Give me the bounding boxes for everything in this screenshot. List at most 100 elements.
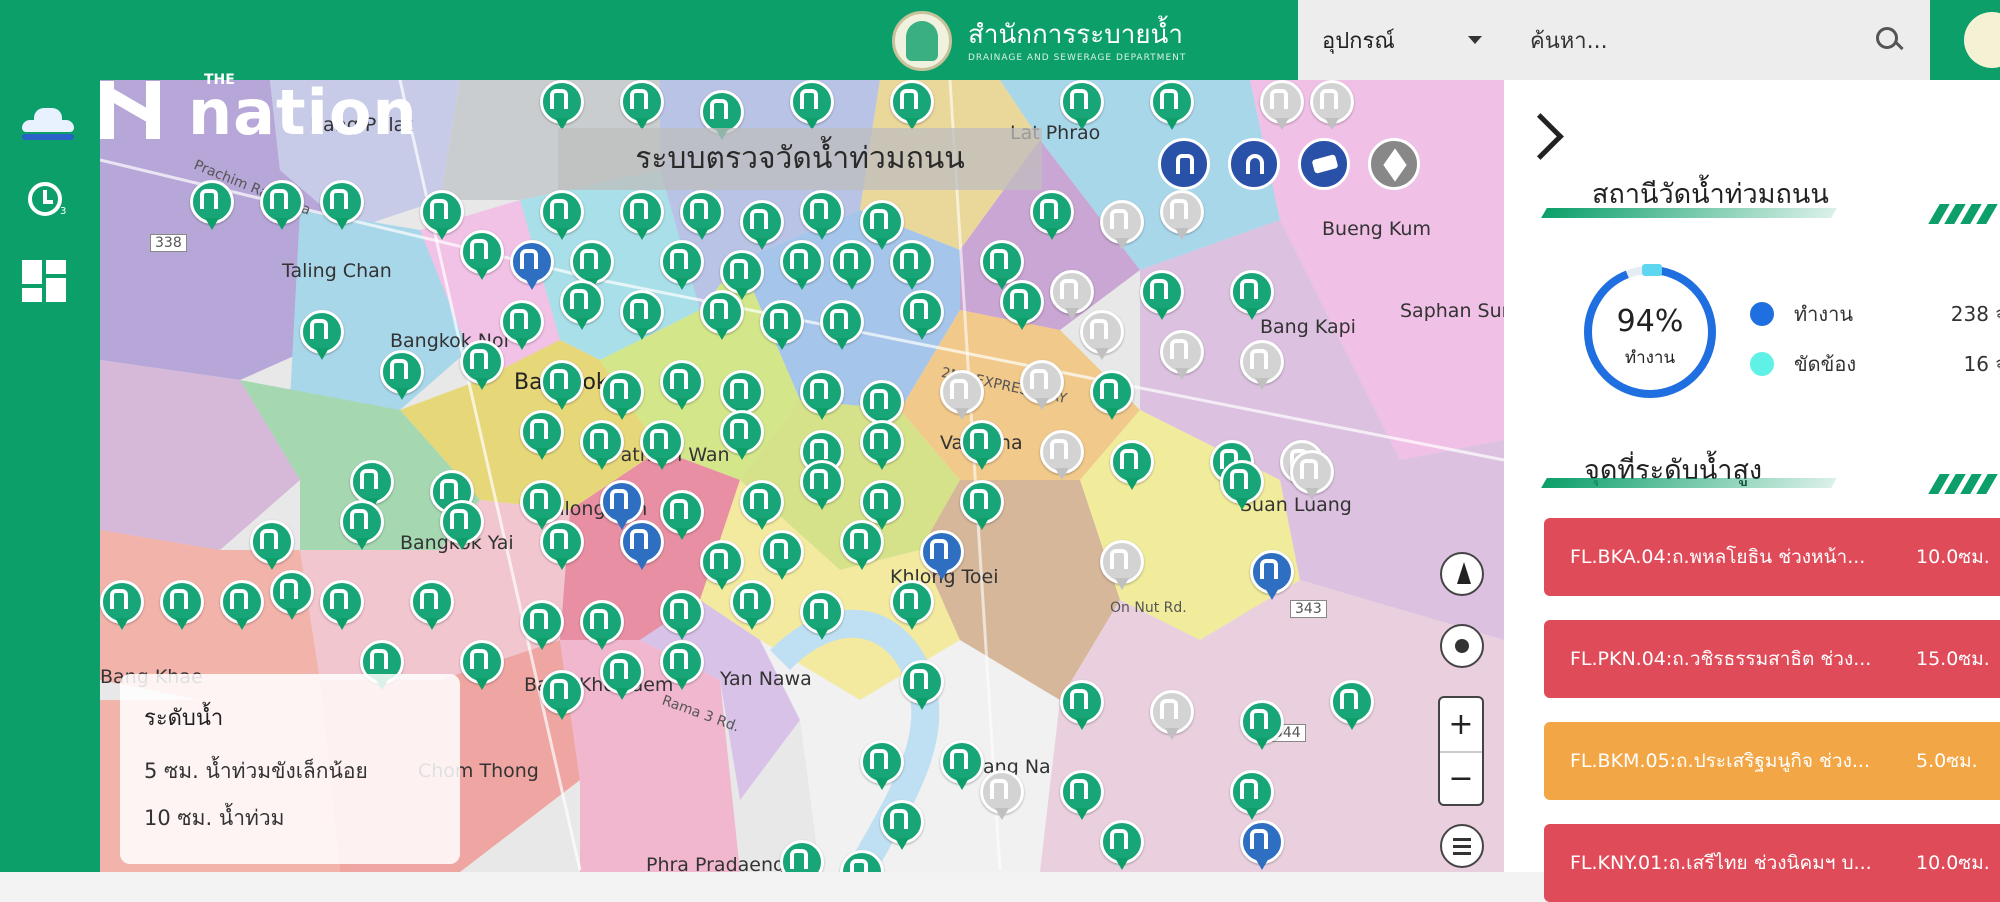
zoom-in-button[interactable]: +: [1440, 698, 1482, 751]
flood-sensor-pin-icon[interactable]: [320, 580, 364, 632]
flood-sensor-pin-icon[interactable]: [800, 370, 844, 422]
chevron-right-icon[interactable]: [1524, 108, 1556, 164]
flood-sensor-pin-icon[interactable]: [520, 410, 564, 462]
flood-sensor-pin-icon[interactable]: [1060, 80, 1104, 132]
flood-sensor-pin-icon[interactable]: [580, 600, 624, 652]
flood-map[interactable]: Bang Phlat Lat Phrao Taling Chan Bangkok…: [100, 80, 1504, 872]
flood-sensor-pin-icon[interactable]: [800, 590, 844, 642]
flood-sensor-pin-icon[interactable]: [540, 520, 584, 572]
flood-sensor-pin-icon[interactable]: [660, 640, 704, 692]
flood-sensor-pin-icon[interactable]: [900, 660, 944, 712]
flood-sensor-pin-icon[interactable]: [460, 340, 504, 392]
flood-sensor-pin-icon[interactable]: [1230, 270, 1274, 322]
flood-sensor-pin-icon[interactable]: [320, 180, 364, 232]
flood-sensor-pin-icon[interactable]: [1040, 430, 1084, 482]
flood-sensor-pin-icon[interactable]: [890, 240, 934, 292]
flood-sensor-pin-icon[interactable]: [1290, 450, 1334, 502]
flood-sensor-pin-icon[interactable]: [620, 80, 664, 132]
flood-sensor-pin-icon[interactable]: [1310, 80, 1354, 132]
flood-sensor-pin-icon[interactable]: [1150, 80, 1194, 132]
flood-sensor-pin-icon[interactable]: [620, 520, 664, 572]
flood-sensor-pin-icon[interactable]: [1100, 540, 1144, 592]
flood-sensor-pin-icon[interactable]: [740, 480, 784, 532]
flood-sensor-pin-icon[interactable]: [1000, 280, 1044, 332]
locate-me-icon[interactable]: [1440, 624, 1484, 668]
flood-sensor-pin-icon[interactable]: [1060, 770, 1104, 822]
dashboard-icon[interactable]: [22, 260, 72, 304]
flood-sensor-pin-icon[interactable]: [460, 640, 504, 692]
flood-sensor-pin-icon[interactable]: [1110, 440, 1154, 492]
user-avatar[interactable]: [1964, 12, 2000, 68]
flood-sensor-pin-icon[interactable]: [1090, 370, 1134, 422]
flood-sensor-pin-icon[interactable]: [700, 290, 744, 342]
flood-sensor-pin-icon[interactable]: [1250, 550, 1294, 602]
list-icon[interactable]: [1440, 824, 1484, 868]
flood-sensor-pin-icon[interactable]: [1080, 310, 1124, 362]
flood-sensor-pin-icon[interactable]: [940, 370, 984, 422]
flood-sensor-pin-icon[interactable]: [420, 190, 464, 242]
flood-sensor-pin-icon[interactable]: [960, 420, 1004, 472]
flood-sensor-pin-icon[interactable]: [1240, 700, 1284, 752]
flood-sensor-pin-icon[interactable]: [220, 580, 264, 632]
flood-sensor-pin-icon[interactable]: [780, 240, 824, 292]
flood-sensor-pin-icon[interactable]: [720, 410, 764, 462]
flood-sensor-pin-icon[interactable]: [820, 300, 864, 352]
flood-sensor-pin-icon[interactable]: [660, 240, 704, 292]
flood-sensor-pin-icon[interactable]: [100, 580, 144, 632]
tunnel-layer-button[interactable]: [1228, 138, 1280, 190]
flood-sensor-pin-icon[interactable]: [600, 370, 644, 422]
alert-card[interactable]: FL.PKN.04:ถ.วชิรธรรมสาธิต ช่วง... 15.0ซม…: [1544, 620, 2000, 698]
flood-sensor-pin-icon[interactable]: [520, 600, 564, 652]
flood-sensor-pin-icon[interactable]: [1020, 360, 1064, 412]
flood-sensor-pin-icon[interactable]: [890, 580, 934, 632]
flood-sensor-pin-icon[interactable]: [540, 190, 584, 242]
compass-icon[interactable]: [1440, 552, 1484, 596]
flood-sensor-pin-icon[interactable]: [860, 420, 904, 472]
flood-sensor-pin-icon[interactable]: [980, 770, 1024, 822]
flood-sensor-pin-icon[interactable]: [410, 580, 454, 632]
flood-sensor-pin-icon[interactable]: [760, 530, 804, 582]
flood-sensor-pin-icon[interactable]: [620, 290, 664, 342]
flood-sensor-pin-icon[interactable]: [890, 80, 934, 132]
flood-sensor-pin-icon[interactable]: [510, 240, 554, 292]
flood-sensor-pin-icon[interactable]: [1100, 200, 1144, 252]
layers-icon[interactable]: [1368, 138, 1420, 190]
flood-sensor-pin-icon[interactable]: [760, 300, 804, 352]
cctv-layer-button[interactable]: [1298, 138, 1350, 190]
department-brand[interactable]: สำนักการระบายน้ำ DRAINAGE AND SEWERAGE D…: [892, 6, 1186, 76]
alert-card[interactable]: FL.KNY.01:ถ.เสรีไทย ช่วงนิคมฯ บ... 10.0ซ…: [1544, 824, 2000, 902]
flood-sensor-pin-icon[interactable]: [1230, 770, 1274, 822]
alert-card[interactable]: FL.BKM.05:ถ.ประเสริฐมนูกิจ ช่วง... 5.0ซม…: [1544, 722, 2000, 800]
flood-sensor-pin-icon[interactable]: [1060, 680, 1104, 732]
flood-sensor-pin-icon[interactable]: [790, 80, 834, 132]
flood-sensor-pin-icon[interactable]: [560, 280, 604, 332]
flood-sensor-pin-icon[interactable]: [270, 570, 314, 622]
flood-sensor-pin-icon[interactable]: [840, 520, 884, 572]
flood-sensor-pin-icon[interactable]: [160, 580, 204, 632]
flood-sensor-layer-button[interactable]: [1158, 138, 1210, 190]
flood-sensor-pin-icon[interactable]: [860, 740, 904, 792]
flood-sensor-pin-icon[interactable]: [680, 190, 724, 242]
flood-sensor-pin-icon[interactable]: [920, 530, 964, 582]
flood-sensor-pin-icon[interactable]: [440, 500, 484, 552]
zoom-out-button[interactable]: −: [1440, 751, 1482, 804]
flooded-car-icon[interactable]: [22, 98, 74, 142]
flood-sensor-pin-icon[interactable]: [800, 460, 844, 512]
flood-sensor-pin-icon[interactable]: [1100, 820, 1144, 872]
flood-sensor-pin-icon[interactable]: [1160, 330, 1204, 382]
flood-sensor-pin-icon[interactable]: [1150, 690, 1194, 742]
flood-sensor-pin-icon[interactable]: [260, 180, 304, 232]
flood-sensor-pin-icon[interactable]: [660, 360, 704, 412]
flood-sensor-pin-icon[interactable]: [190, 180, 234, 232]
search-icon[interactable]: [1874, 25, 1904, 55]
flood-sensor-pin-icon[interactable]: [540, 80, 584, 132]
flood-sensor-pin-icon[interactable]: [780, 840, 824, 872]
flood-sensor-pin-icon[interactable]: [500, 300, 544, 352]
flood-sensor-pin-icon[interactable]: [620, 190, 664, 242]
flood-sensor-pin-icon[interactable]: [880, 800, 924, 852]
flood-sensor-pin-icon[interactable]: [600, 650, 644, 702]
flood-sensor-pin-icon[interactable]: [1330, 680, 1374, 732]
flood-sensor-pin-icon[interactable]: [940, 740, 984, 792]
flood-sensor-pin-icon[interactable]: [900, 290, 944, 342]
flood-sensor-pin-icon[interactable]: [540, 670, 584, 722]
